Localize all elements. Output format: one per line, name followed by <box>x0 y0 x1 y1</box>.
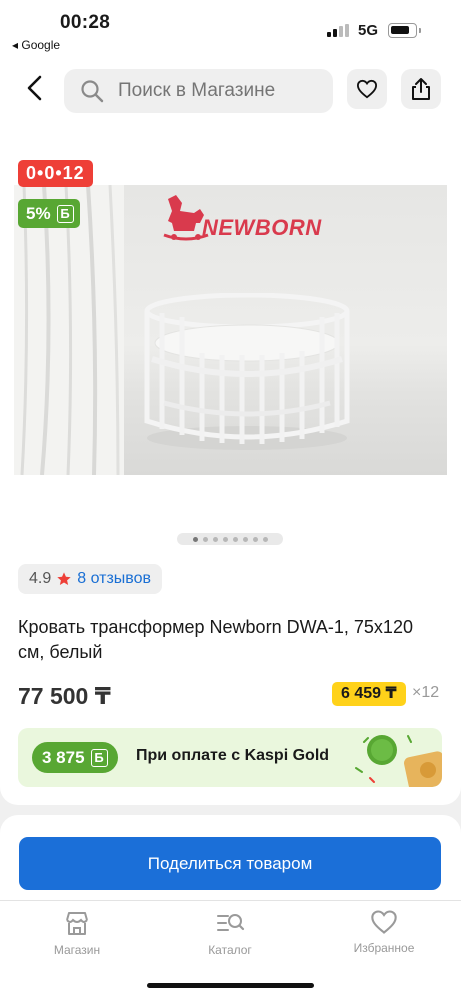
rating-value: 4.9 <box>29 570 52 587</box>
share-icon <box>412 78 430 100</box>
bonus-percent-badge: 5% Б <box>18 199 80 228</box>
pagination-dot[interactable] <box>262 536 268 542</box>
tab-store[interactable]: Магазин <box>22 909 132 957</box>
pagination-dot[interactable] <box>192 536 198 542</box>
tab-label: Каталог <box>208 943 252 957</box>
product-title: Кровать трансформер Newborn DWA-1, 75x12… <box>18 617 413 662</box>
bonus-icon: Б <box>90 748 108 767</box>
installment-term: ×12 <box>412 684 440 701</box>
heart-icon <box>371 910 397 934</box>
catalog-icon <box>217 914 245 931</box>
tab-catalog[interactable]: Каталог <box>175 909 285 957</box>
bonus-percent-value: 5% <box>26 204 51 223</box>
product-card: NEWBORN 0•0•12 5% Б 4.9 8 отзывов Кроват… <box>0 130 461 805</box>
pagination-dot[interactable] <box>202 536 208 542</box>
kaspi-gold-bonus-banner[interactable]: 3 875 Б При оплате с Kaspi Gold <box>18 728 442 787</box>
search-bar[interactable] <box>64 69 333 113</box>
pagination-dot[interactable] <box>252 536 258 542</box>
tab-label: Магазин <box>53 943 101 957</box>
tab-favorites[interactable]: Избранное <box>329 909 439 955</box>
bonus-icon: Б <box>56 204 74 223</box>
back-button[interactable] <box>22 72 50 104</box>
kaspi-bonus-value: 3 875 <box>42 748 85 767</box>
rating-chip[interactable]: 4.9 8 отзывов <box>18 564 163 594</box>
store-icon <box>66 912 88 935</box>
pagination-dot[interactable] <box>242 536 248 542</box>
gallery-pagination[interactable] <box>177 533 283 545</box>
pagination-dot[interactable] <box>212 536 218 542</box>
search-icon <box>81 80 104 103</box>
home-indicator <box>147 983 314 988</box>
kaspi-bonus-text: При оплате с Kaspi Gold <box>136 747 330 764</box>
network-label: 5G <box>358 22 379 39</box>
installment-price-badge[interactable]: 6 459 ₸ <box>332 682 406 706</box>
reviews-link[interactable]: 8 отзывов <box>77 570 151 588</box>
favorite-button[interactable] <box>347 69 387 109</box>
star-icon <box>57 572 71 585</box>
signal-icon <box>327 24 349 37</box>
status-bar: 00:28 ◂ Google 5G <box>0 0 461 58</box>
promo-timer-badge: 0•0•12 <box>18 160 93 187</box>
share-product-button[interactable]: Поделиться товаром <box>19 837 441 890</box>
chevron-left-icon <box>27 75 42 101</box>
top-bar <box>0 58 461 130</box>
pagination-dot[interactable] <box>232 536 238 542</box>
kaspi-gold-card-icon <box>355 735 442 787</box>
status-time: 00:28 <box>60 12 111 33</box>
brand-logo-text: NEWBORN <box>202 215 322 240</box>
heart-icon <box>356 79 378 99</box>
bottom-panel: Поделиться товаром Магазин Каталог Избра… <box>0 815 461 999</box>
curtain-illustration <box>14 185 124 475</box>
product-image-gallery[interactable]: NEWBORN <box>14 185 447 475</box>
back-to-app-link[interactable]: ◂ Google <box>12 38 60 52</box>
crib-illustration <box>144 293 350 450</box>
pagination-dot[interactable] <box>222 536 228 542</box>
search-input[interactable] <box>118 69 323 113</box>
product-price: 77 500 ₸ <box>18 683 111 709</box>
kaspi-bonus-badge: 3 875 Б <box>32 742 118 773</box>
share-icon-button[interactable] <box>401 69 441 109</box>
tab-bar: Магазин Каталог Избранное <box>0 900 461 999</box>
tab-label: Избранное <box>353 941 415 955</box>
battery-icon <box>388 23 421 38</box>
